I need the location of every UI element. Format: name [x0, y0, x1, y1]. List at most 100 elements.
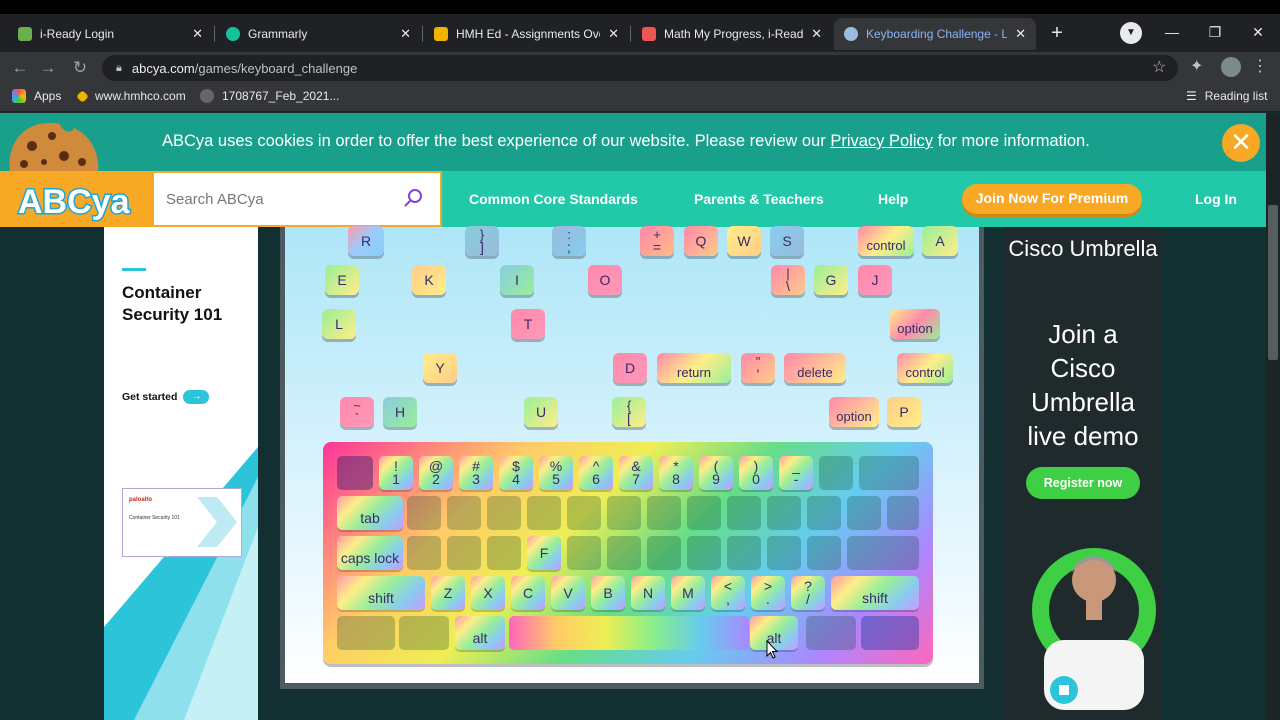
- key-label: W: [737, 232, 751, 249]
- falling-key: :;: [552, 226, 586, 256]
- lock-icon: 🔒︎: [116, 61, 122, 74]
- forward-button[interactable]: →: [36, 56, 60, 80]
- key-label: J: [871, 271, 879, 288]
- minimize-button[interactable]: —: [1157, 20, 1187, 44]
- keyboard-key: M: [671, 576, 705, 610]
- cookie-close-button[interactable]: ✕: [1222, 124, 1260, 162]
- keyboard-key: [767, 496, 801, 530]
- profile-avatar[interactable]: [1221, 57, 1241, 77]
- ad-cta-label: Get started: [122, 391, 178, 403]
- search-input[interactable]: Search ABCya: [152, 171, 442, 227]
- key-label: X: [483, 584, 493, 601]
- register-now-button[interactable]: Register now: [1026, 467, 1140, 499]
- key-label: Q: [695, 232, 707, 249]
- falling-key: }]: [465, 226, 499, 256]
- key-label: option: [836, 408, 872, 424]
- bookmark-hmhco[interactable]: www.hmhco.com: [76, 89, 186, 103]
- keyboard-key: [807, 496, 841, 530]
- key-label: 0: [752, 471, 760, 487]
- falling-key: I: [500, 265, 534, 295]
- tab-hmh-ed[interactable]: HMH Ed - Assignments Overv ✕: [424, 18, 629, 50]
- key-label: Y: [435, 359, 445, 376]
- bookmark-apps[interactable]: Apps: [12, 89, 61, 103]
- close-tab-icon[interactable]: ✕: [811, 26, 822, 42]
- key-label: L: [335, 315, 343, 332]
- bookmark-label: 1708767_Feb_2021...: [222, 89, 340, 103]
- reading-list-button[interactable]: ☰ Reading list: [1186, 89, 1267, 103]
- tab-title: i-Ready Login: [40, 27, 115, 41]
- close-tab-icon[interactable]: ✕: [608, 26, 619, 42]
- cookie-text-start: ABCya uses cookies in order to offer the…: [162, 132, 831, 150]
- keyboard-key-tab: tab: [337, 496, 403, 530]
- keyboard-key: C: [511, 576, 545, 610]
- ad-get-started-link[interactable]: Get started →: [122, 390, 210, 404]
- falling-key: A: [922, 226, 958, 256]
- key-label: option: [897, 320, 933, 336]
- reload-icon: ↻: [72, 58, 88, 77]
- logo-text: ABCya: [18, 183, 131, 221]
- falling-key: G: [814, 265, 848, 295]
- keyboard-key: Z: [431, 576, 465, 610]
- search-icon[interactable]: [402, 187, 424, 209]
- falling-key: W: [727, 226, 761, 256]
- key-label: delete: [797, 364, 833, 380]
- key-label: 8: [672, 471, 680, 487]
- keyboard-key-alt-left: alt: [455, 616, 505, 650]
- tab-search-button[interactable]: ▼: [1120, 22, 1142, 44]
- reload-button[interactable]: ↻: [68, 56, 92, 80]
- key-label: 3: [472, 471, 480, 487]
- key-label: ]: [480, 239, 484, 255]
- nav-parents-teachers[interactable]: Parents & Teachers: [694, 191, 824, 207]
- extensions-puzzle-icon[interactable]: ✦: [1190, 56, 1203, 76]
- nav-help[interactable]: Help: [878, 191, 908, 207]
- tab-keyboarding-challenge[interactable]: Keyboarding Challenge - Lea ✕: [834, 18, 1036, 50]
- tab-title: Grammarly: [248, 27, 308, 41]
- tab-math-progress[interactable]: Math My Progress, i-Ready ✕: [632, 18, 832, 50]
- bookmark-file[interactable]: 1708767_Feb_2021...: [200, 89, 339, 103]
- restore-button[interactable]: ❐: [1200, 20, 1230, 44]
- keyboard-key: ! 1: [379, 456, 413, 490]
- new-tab-button[interactable]: +: [1044, 22, 1070, 46]
- privacy-policy-link[interactable]: Privacy Policy: [830, 132, 933, 150]
- bookmark-star-icon[interactable]: ☆: [1152, 57, 1166, 77]
- falling-key: S: [770, 226, 804, 256]
- key-label: control: [905, 364, 945, 380]
- keyboard-key-space: [509, 616, 749, 650]
- keyboard-key: % 5: [539, 456, 573, 490]
- falling-key: control: [858, 226, 914, 256]
- close-tab-icon[interactable]: ✕: [1015, 26, 1026, 42]
- close-window-button[interactable]: ✕: [1243, 20, 1273, 44]
- falling-key: H: [383, 397, 417, 427]
- arrow-right-icon: →: [183, 390, 210, 404]
- key-label: 4: [512, 471, 520, 487]
- keyboard-key-f: F: [527, 536, 561, 570]
- menu-kebab-icon[interactable]: ⋮: [1252, 56, 1268, 76]
- join-premium-button[interactable]: Join Now For Premium: [962, 184, 1142, 214]
- keyboard-key: [447, 536, 481, 570]
- close-tab-icon[interactable]: ✕: [192, 26, 203, 42]
- mouse-cursor-icon: [766, 640, 778, 659]
- close-tab-icon[interactable]: ✕: [400, 26, 411, 42]
- keyboard-key: [407, 496, 441, 530]
- falling-key: control: [897, 353, 953, 383]
- key-label: 9: [712, 471, 720, 487]
- tab-separator: [630, 26, 631, 42]
- globe-icon: [200, 89, 214, 103]
- nav-common-core[interactable]: Common Core Standards: [469, 191, 638, 207]
- abcya-favicon-icon: [844, 27, 858, 41]
- abcya-logo[interactable]: ABCya: [0, 171, 152, 227]
- back-button[interactable]: ←: [8, 56, 32, 80]
- falling-key: + =: [640, 226, 674, 256]
- key-label: caps lock: [340, 549, 400, 566]
- keyboard-key: ) 0: [739, 456, 773, 490]
- scrollbar-thumb[interactable]: [1268, 205, 1278, 360]
- falling-key: Q: [684, 226, 718, 256]
- iready-favicon-icon: [642, 27, 656, 41]
- keyboard-key: [847, 536, 919, 570]
- login-link[interactable]: Log In: [1195, 191, 1237, 207]
- tab-grammarly[interactable]: Grammarly ✕: [216, 18, 421, 50]
- address-bar[interactable]: 🔒︎ abcya.com/games/keyboard_challenge: [102, 55, 1178, 81]
- tab-iready-login[interactable]: i-Ready Login ✕: [8, 18, 213, 50]
- falling-key: O: [588, 265, 622, 295]
- cookie-text-end: for more information.: [933, 132, 1090, 150]
